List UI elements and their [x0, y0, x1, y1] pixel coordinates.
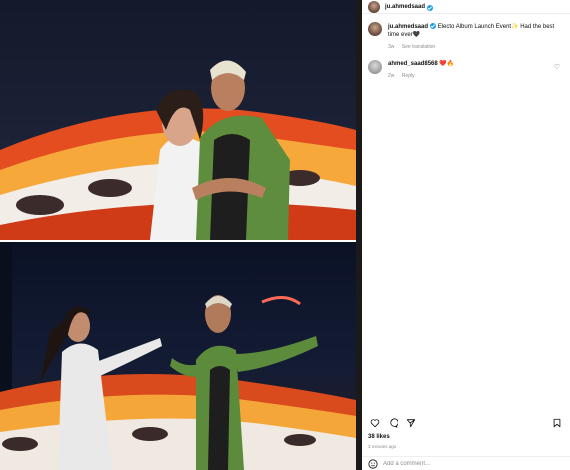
author-avatar[interactable]: [368, 0, 380, 13]
post-panel: ju.ahmedsaad ju.ahmedsaad Electo Album L…: [362, 0, 570, 470]
caption-age: 3w: [388, 44, 395, 50]
comment-button[interactable]: [386, 416, 400, 430]
action-bar: [368, 416, 564, 430]
post-time: 3 minutes ago: [368, 444, 397, 449]
comment-icon: [390, 418, 398, 428]
comment-meta: 2w Reply: [388, 72, 538, 80]
bookmark-icon: [553, 418, 561, 428]
smile-icon[interactable]: [368, 458, 378, 469]
comment-like-heart-icon[interactable]: ♡: [554, 63, 560, 71]
like-button[interactable]: [368, 416, 382, 430]
comment-age: 2w: [388, 73, 395, 79]
comment-item: ahmed_saad8568 ❤️🔥 2w Reply ♡: [368, 60, 564, 80]
photo-top: [0, 0, 356, 240]
commenter-avatar[interactable]: [368, 60, 382, 74]
author-username[interactable]: ju.ahmedsaad: [385, 4, 425, 10]
see-translation-link[interactable]: See translation: [402, 44, 435, 50]
post-header: ju.ahmedsaad: [362, 0, 570, 14]
caption: ju.ahmedsaad Electo Album Launch Event✨ …: [368, 22, 564, 51]
reply-button[interactable]: Reply: [402, 73, 415, 79]
share-icon: [406, 419, 416, 428]
add-comment-input[interactable]: [383, 460, 553, 467]
photo-bottom: [0, 242, 356, 470]
share-button[interactable]: [404, 416, 418, 430]
heart-icon: [370, 419, 380, 428]
save-button[interactable]: [550, 416, 564, 430]
caption-body: ju.ahmedsaad Electo Album Launch Event✨ …: [388, 22, 562, 51]
verified-badge-icon: [427, 4, 434, 11]
add-comment-bar: [362, 456, 570, 470]
caption-username[interactable]: ju.ahmedsaad: [388, 24, 428, 30]
likes-count[interactable]: 38 likes: [368, 434, 390, 440]
post-media[interactable]: [0, 0, 356, 470]
caption-meta: 3w See translation: [388, 43, 562, 51]
comment-username[interactable]: ahmed_saad8568: [388, 61, 438, 67]
verified-badge-icon: [430, 23, 437, 29]
comment-body: ahmed_saad8568 ❤️🔥 2w Reply: [388, 60, 538, 80]
comment-text: ❤️🔥: [439, 61, 455, 67]
caption-avatar[interactable]: [368, 22, 382, 36]
